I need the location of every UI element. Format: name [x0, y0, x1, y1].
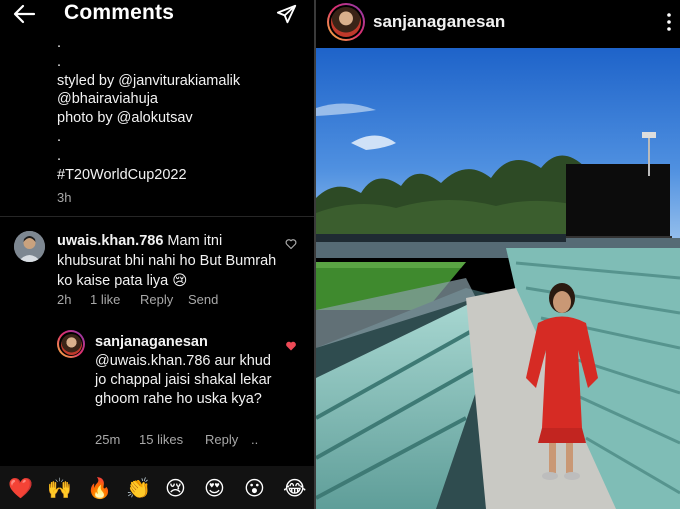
page-title: Comments: [64, 1, 175, 24]
comment-username[interactable]: sanjanaganesan: [95, 334, 208, 350]
caption-line[interactable]: @bhairaviahuja: [57, 90, 307, 109]
comment-meta: 2h 1 like Reply Send: [57, 292, 297, 310]
caption-line: .: [57, 128, 62, 145]
emoji-fire[interactable]: 🔥: [87, 476, 112, 500]
heart-filled-icon[interactable]: [285, 340, 297, 352]
caption-line[interactable]: photo by @alokutsav: [57, 109, 307, 128]
avatar[interactable]: [327, 3, 365, 41]
emoji-red-heart[interactable]: ❤️: [8, 476, 33, 500]
comment-likes[interactable]: 15 likes: [139, 432, 183, 447]
post-photo[interactable]: [316, 48, 680, 509]
caption-line: .: [57, 35, 62, 51]
emoji-surprised[interactable]: 😮: [244, 476, 265, 500]
post-username[interactable]: sanjanaganesan: [373, 12, 505, 32]
emoji-heart-eyes[interactable]: 😍: [204, 476, 225, 500]
comment-meta: 25m 15 likes Reply ..: [95, 432, 295, 450]
caption-hashtag[interactable]: #T20WorldCup2022: [57, 166, 307, 185]
caption-timestamp: 3h: [57, 190, 72, 205]
heart-outline-icon[interactable]: [285, 238, 297, 250]
post-panel: sanjanaganesan: [316, 0, 680, 509]
caption-line: .: [57, 147, 62, 164]
comment-username[interactable]: uwais.khan.786: [57, 233, 163, 249]
avatar[interactable]: [57, 330, 85, 358]
back-arrow-icon[interactable]: [12, 4, 36, 24]
send-button[interactable]: Send: [188, 292, 218, 307]
comment-body: @uwais.khan.786 aur khud jo chappal jais…: [95, 353, 272, 407]
reply-button[interactable]: Reply: [205, 432, 238, 447]
comment-text: sanjanaganesan @uwais.khan.786 aur khud …: [95, 333, 285, 409]
emoji-laughing[interactable]: 😂: [283, 476, 306, 500]
emoji-clapping[interactable]: 👏: [126, 476, 151, 500]
comment-emoji: 😢: [172, 273, 188, 289]
comment-likes[interactable]: 1 like: [90, 292, 120, 307]
reply-button[interactable]: Reply: [140, 292, 173, 307]
comment-timestamp: 2h: [57, 292, 72, 307]
avatar[interactable]: [14, 231, 45, 262]
divider: [0, 216, 314, 217]
emoji-raised-hands[interactable]: 🙌: [47, 476, 72, 500]
comment-timestamp: 25m: [95, 432, 121, 447]
comments-panel: Comments . . styled by @janviturakiamali…: [0, 0, 314, 509]
comment-text: uwais.khan.786 Mam itni khubsurat bhi na…: [57, 231, 277, 291]
post-caption: . . styled by @janviturakiamalik @bhaira…: [57, 34, 307, 184]
more-vertical-icon[interactable]: [666, 12, 672, 32]
caption-line[interactable]: styled by @janviturakiamalik: [57, 72, 307, 91]
emoji-quick-bar: ❤️ 🙌 🔥 👏 😢 😍 😮 😂: [0, 466, 314, 509]
send-icon[interactable]: [276, 3, 298, 25]
caption-line: .: [57, 53, 62, 70]
more-button[interactable]: ..: [251, 432, 258, 447]
emoji-crying[interactable]: 😢: [165, 476, 186, 500]
comments-header: Comments: [0, 0, 314, 30]
